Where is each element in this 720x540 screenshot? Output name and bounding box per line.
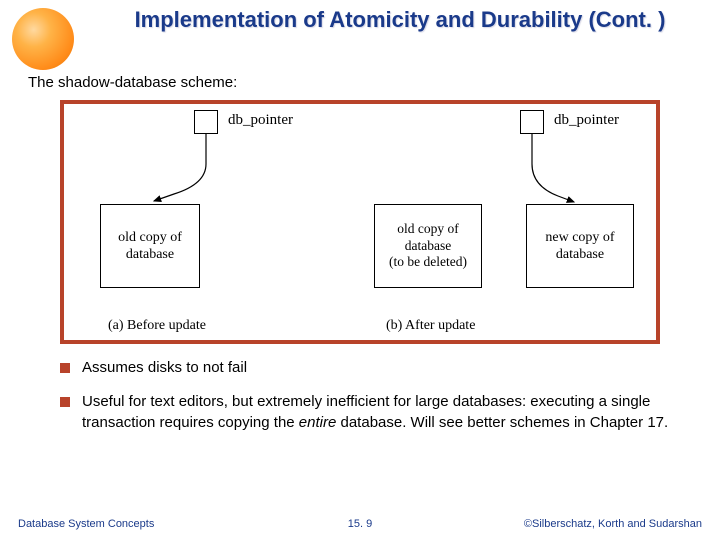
shadow-db-diagram: db_pointer old copy ofdatabase (a) Befor… bbox=[60, 100, 660, 344]
footer-copyright: ©Silberschatz, Korth and Sudarshan bbox=[524, 518, 702, 530]
title-ornament-circle bbox=[12, 8, 74, 70]
slide-title: Implementation of Atomicity and Durabili… bbox=[110, 6, 690, 34]
bullet-item: Useful for text editors, but extremely i… bbox=[60, 392, 680, 433]
footer-left: Database System Concepts bbox=[18, 518, 154, 530]
intro-text: The shadow-database scheme: bbox=[28, 74, 237, 91]
bullet-text-emphasis: entire bbox=[299, 414, 337, 431]
old-db-box-after: old copy ofdatabase(to be deleted) bbox=[374, 204, 482, 288]
bullet-item: Assumes disks to not fail bbox=[60, 358, 680, 378]
bullet-text: Useful for text editors, but extremely i… bbox=[82, 392, 680, 433]
caption-after: (b) After update bbox=[386, 318, 475, 334]
new-db-box-after: new copy ofdatabase bbox=[526, 204, 634, 288]
diagram-after-update: db_pointer old copy ofdatabase(to be del… bbox=[360, 104, 656, 340]
diagram-before-update: db_pointer old copy ofdatabase (a) Befor… bbox=[64, 104, 360, 340]
bullet-text: Assumes disks to not fail bbox=[82, 358, 247, 378]
bullet-square-icon bbox=[60, 397, 70, 407]
old-db-box-before: old copy ofdatabase bbox=[100, 204, 200, 288]
bullet-list: Assumes disks to not fail Useful for tex… bbox=[60, 358, 680, 447]
bullet-text-segment: database. Will see better schemes in Cha… bbox=[336, 414, 668, 431]
caption-before: (a) Before update bbox=[108, 318, 206, 334]
slide-footer: Database System Concepts 15. 9 ©Silbersc… bbox=[0, 518, 720, 530]
bullet-square-icon bbox=[60, 363, 70, 373]
footer-page-number: 15. 9 bbox=[348, 518, 372, 530]
